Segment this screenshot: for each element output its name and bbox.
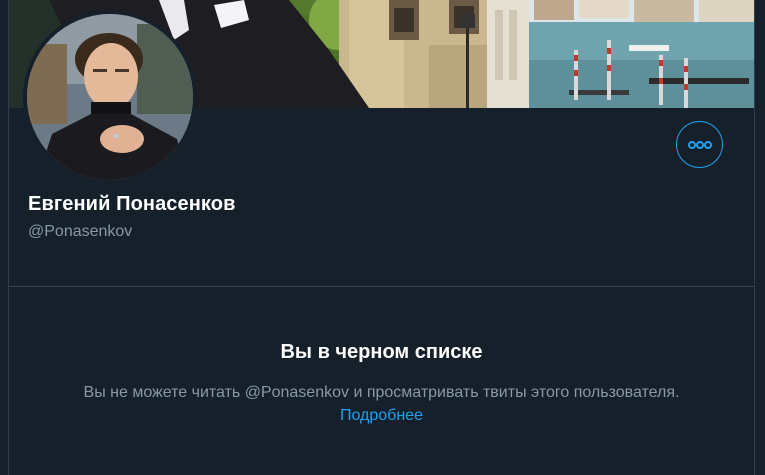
profile-page: Евгений Понасенков @Ponasenkov Вы в черн… xyxy=(0,0,765,475)
blocked-title: Вы в черном списке xyxy=(280,341,483,363)
display-name: Евгений Понасенков xyxy=(28,193,236,215)
learn-more-link[interactable]: Подробнее xyxy=(340,407,423,424)
learn-more-container: Подробнее xyxy=(9,407,754,425)
section-divider xyxy=(9,286,754,287)
profile-column: Евгений Понасенков @Ponasenkov Вы в черн… xyxy=(8,0,755,475)
avatar[interactable] xyxy=(27,14,193,180)
blocked-message: Вы не можете читать @Ponasenkov и просма… xyxy=(83,384,680,401)
user-handle: @Ponasenkov xyxy=(28,223,133,240)
more-options-button[interactable] xyxy=(676,121,723,168)
more-horizontal-icon xyxy=(687,140,712,149)
avatar-frame[interactable] xyxy=(23,10,197,184)
